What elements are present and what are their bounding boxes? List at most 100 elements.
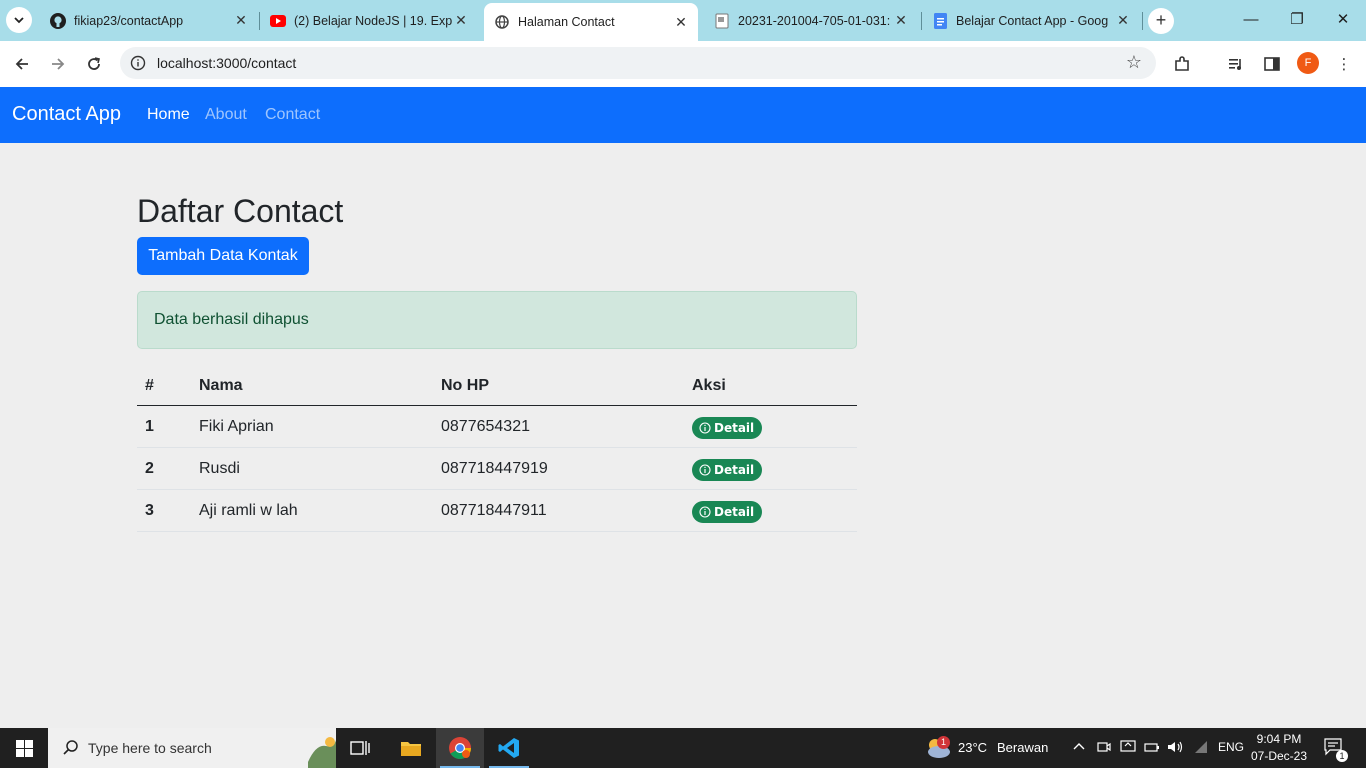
- window-close-button[interactable]: ✕: [1320, 0, 1366, 40]
- column-header-action: Aksi: [692, 377, 726, 394]
- contact-phone: 0877654321: [441, 418, 530, 435]
- github-icon: [50, 12, 66, 29]
- browser-tab[interactable]: fikiap23/contactApp ✕: [40, 0, 258, 41]
- close-icon[interactable]: ✕: [452, 12, 470, 29]
- restore-button[interactable]: ❐: [1274, 0, 1320, 40]
- close-icon[interactable]: ✕: [232, 12, 250, 29]
- column-header-number: #: [145, 377, 154, 394]
- minimize-button[interactable]: —: [1228, 0, 1274, 40]
- nav-link-home[interactable]: Home: [147, 106, 190, 124]
- extensions-icon[interactable]: [1170, 52, 1194, 76]
- add-contact-button[interactable]: Tambah Data Kontak: [137, 237, 309, 275]
- notification-count-badge: 1: [1336, 750, 1348, 762]
- vscode-icon: [498, 738, 519, 758]
- tab-title: Belajar Contact App - Goog: [956, 13, 1109, 28]
- chrome-taskbar-button[interactable]: [436, 728, 484, 768]
- table-row: 3 Aji ramli w lah 087718447911 Detail: [137, 490, 857, 532]
- volume-icon[interactable]: [1167, 740, 1185, 757]
- nav-link-contact[interactable]: Contact: [265, 106, 320, 124]
- site-info-icon[interactable]: [130, 55, 146, 71]
- close-icon[interactable]: ✕: [672, 14, 690, 31]
- contact-phone: 087718447919: [441, 460, 548, 477]
- info-circle-icon: [699, 464, 711, 476]
- row-number: 2: [145, 460, 154, 477]
- browser-tab[interactable]: Belajar Contact App - Goog ✕: [922, 0, 1140, 41]
- taskbar-search-box[interactable]: Type here to search: [48, 728, 336, 768]
- contact-name: Rusdi: [199, 460, 240, 477]
- browser-toolbar: localhost:3000/contact ☆ F ⋮: [0, 41, 1366, 87]
- language-indicator[interactable]: ENG: [1218, 740, 1244, 754]
- forward-button[interactable]: [44, 50, 72, 78]
- chevron-down-icon: [14, 17, 24, 24]
- task-view-button[interactable]: [336, 728, 384, 768]
- youtube-icon: [270, 13, 286, 29]
- vscode-taskbar-button[interactable]: [485, 728, 533, 768]
- table-header: # Nama No HP Aksi: [137, 364, 857, 406]
- reload-icon: [88, 57, 100, 70]
- kebab-menu-icon[interactable]: ⋮: [1332, 52, 1356, 76]
- row-number: 1: [145, 418, 154, 435]
- globe-icon: [494, 14, 510, 30]
- row-number: 3: [145, 502, 154, 519]
- media-control-icon[interactable]: [1224, 52, 1248, 76]
- contact-table: # Nama No HP Aksi 1 Fiki Aprian 08776543…: [137, 364, 857, 532]
- close-icon[interactable]: ✕: [1114, 12, 1132, 29]
- navbar-brand[interactable]: Contact App: [12, 103, 121, 126]
- browser-tab[interactable]: (2) Belajar NodeJS | 19. Expr ✕: [260, 0, 478, 41]
- page-title: Daftar Contact: [137, 193, 344, 229]
- weather-description[interactable]: Berawan: [997, 740, 1048, 755]
- tab-title: fikiap23/contactApp: [74, 13, 184, 28]
- contact-phone: 087718447911: [441, 502, 547, 519]
- tab-separator: [1142, 12, 1143, 30]
- screen-capture-icon[interactable]: [1120, 740, 1136, 757]
- meet-now-icon[interactable]: [1097, 740, 1111, 757]
- table-row: 1 Fiki Aprian 0877654321 Detail: [137, 406, 857, 448]
- windows-taskbar: Type here to search 1 23°C Berawan ENG 9…: [0, 728, 1366, 768]
- url-text[interactable]: localhost:3000/contact: [157, 55, 296, 71]
- site-navbar: Contact App Home About Contact: [0, 87, 1366, 143]
- weather-badge: 1: [937, 736, 950, 749]
- table-row: 2 Rusdi 087718447919 Detail: [137, 448, 857, 490]
- search-highlight-icon: [308, 737, 336, 768]
- detail-label: Detail: [714, 463, 755, 477]
- contact-name: Fiki Aprian: [199, 418, 274, 435]
- folder-icon: [401, 742, 421, 756]
- browser-tab-strip: fikiap23/contactApp ✕ (2) Belajar NodeJS…: [0, 0, 1366, 41]
- task-view-icon: [350, 741, 370, 755]
- success-alert: Data berhasil dihapus: [137, 291, 857, 349]
- column-header-phone: No HP: [441, 377, 489, 394]
- detail-button[interactable]: Detail: [692, 459, 763, 481]
- weather-temperature[interactable]: 23°C: [958, 740, 987, 755]
- clock-time: 9:04 PM: [1256, 732, 1302, 746]
- start-button[interactable]: [0, 728, 48, 768]
- address-bar[interactable]: localhost:3000/contact ☆: [120, 47, 1156, 79]
- info-circle-icon: [699, 506, 711, 518]
- battery-plug-icon[interactable]: [1144, 740, 1160, 757]
- arrow-right-icon: [52, 58, 65, 70]
- reload-button[interactable]: [80, 50, 108, 78]
- side-panel-icon[interactable]: [1260, 52, 1284, 76]
- detail-button[interactable]: Detail: [692, 417, 763, 439]
- network-icon[interactable]: [1193, 740, 1209, 757]
- bookmark-star-icon[interactable]: ☆: [1126, 52, 1142, 73]
- info-circle-icon: [699, 422, 711, 434]
- browser-tab-active[interactable]: Halaman Contact ✕: [484, 3, 698, 41]
- column-header-name: Nama: [199, 377, 243, 394]
- close-icon[interactable]: ✕: [892, 12, 910, 29]
- google-docs-icon: [932, 12, 948, 29]
- profile-avatar[interactable]: F: [1297, 52, 1319, 74]
- clock-date: 07-Dec-23: [1250, 749, 1308, 763]
- detail-button[interactable]: Detail: [692, 501, 763, 523]
- arrow-left-icon: [15, 58, 28, 70]
- chevron-up-icon[interactable]: [1072, 740, 1086, 755]
- tab-title: Halaman Contact: [518, 15, 615, 29]
- tab-title: 20231-201004-705-01-031: L: [738, 13, 892, 28]
- nav-link-about[interactable]: About: [205, 106, 247, 124]
- tab-search-button[interactable]: [6, 7, 32, 33]
- browser-tab[interactable]: 20231-201004-705-01-031: L ✕: [704, 0, 918, 41]
- file-explorer-button[interactable]: [387, 728, 435, 768]
- back-button[interactable]: [8, 50, 36, 78]
- system-clock[interactable]: 9:04 PM 07-Dec-23: [1248, 731, 1310, 765]
- search-icon: [63, 740, 78, 755]
- new-tab-button[interactable]: +: [1148, 8, 1174, 34]
